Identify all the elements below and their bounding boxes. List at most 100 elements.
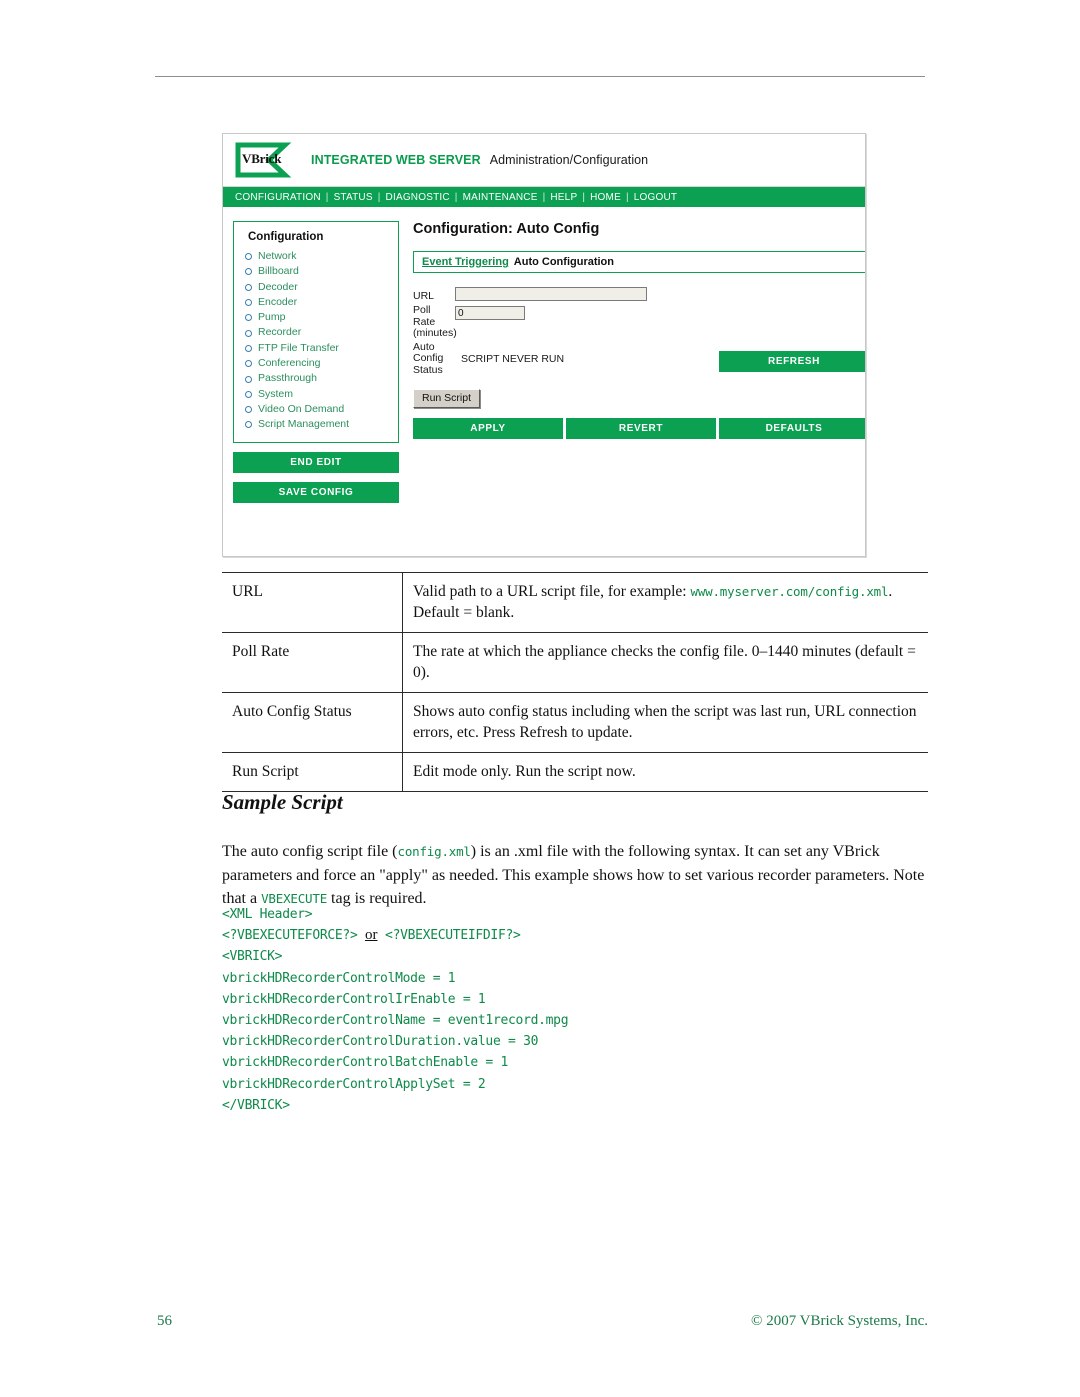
- sidebar-item-label: Recorder: [258, 326, 302, 339]
- bullet-icon: [245, 390, 252, 398]
- sidebar-item-recorder[interactable]: Recorder: [242, 325, 390, 340]
- sidebar-item-script-management[interactable]: Script Management: [242, 417, 390, 432]
- sidebar-item-label: Passthrough: [258, 372, 317, 385]
- main-panel: Configuration: Auto Config Event Trigger…: [401, 221, 865, 503]
- sidebar-item-label: Script Management: [258, 418, 350, 431]
- status-label-line2: Config: [413, 352, 444, 364]
- nav-item-maintenance[interactable]: MAINTENANCE: [459, 192, 542, 203]
- para-text-1: The auto config script file (: [222, 843, 398, 860]
- section-tab-bar: Event Triggering Auto Configuration: [413, 251, 865, 273]
- code-line-xml-header: <XML Header>: [222, 907, 313, 922]
- table-cell-description: Edit mode only. Run the script now.: [402, 752, 928, 792]
- poll-rate-label: Poll Rate (minutes): [413, 304, 457, 340]
- bullet-icon: [245, 421, 252, 429]
- refresh-button[interactable]: REFRESH: [719, 350, 865, 372]
- code-line-batch-enable: vbrickHDRecorderControlBatchEnable = 1: [222, 1055, 509, 1071]
- sample-script-code-block: <XML Header> <?VBEXECUTEFORCE?> or <?VBE…: [222, 904, 928, 1116]
- sidebar-item-label: Video On Demand: [258, 402, 345, 415]
- nav-item-logout[interactable]: LOGOUT: [630, 192, 681, 203]
- apply-button[interactable]: APPLY: [413, 417, 563, 439]
- sidebar-item-decoder[interactable]: Decoder: [242, 280, 390, 295]
- nav-item-diagnostic[interactable]: DIAGNOSTIC: [382, 192, 454, 203]
- sidebar-item-network[interactable]: Network: [242, 249, 390, 264]
- code-line-vbrick-open: <VBRICK>: [222, 949, 283, 965]
- url-input[interactable]: [455, 287, 647, 301]
- section-heading-sample-script: Sample Script: [222, 790, 343, 814]
- tab-auto-configuration[interactable]: Auto Configuration: [514, 256, 614, 268]
- desc-code-file: config.xml: [815, 584, 889, 599]
- poll-rate-form-row: Poll Rate (minutes): [413, 304, 865, 340]
- app-body: Configuration Network Billboard Decoder …: [223, 207, 865, 503]
- table-row: Auto Config Status Shows auto config sta…: [222, 692, 928, 753]
- vbrick-logo-label: VBrick: [242, 151, 282, 166]
- bullet-icon: [245, 375, 252, 383]
- sidebar-item-label: Network: [258, 250, 297, 262]
- table-cell-term: Auto Config Status: [222, 692, 403, 753]
- bullet-icon: [245, 314, 252, 322]
- sidebar-item-system[interactable]: System: [242, 387, 390, 402]
- defaults-button[interactable]: DEFAULTS: [719, 417, 865, 439]
- bullet-icon: [245, 344, 252, 352]
- bullet-icon: [245, 253, 252, 261]
- table-cell-description: The rate at which the appliance checks t…: [402, 632, 928, 693]
- nav-item-configuration[interactable]: CONFIGURATION: [231, 192, 325, 203]
- code-line-control-name: vbrickHDRecorderControlName = event1reco…: [222, 1013, 569, 1029]
- tab-event-triggering[interactable]: Event Triggering: [422, 256, 509, 268]
- code-vbexecuteforce: <?VBEXECUTEFORCE?>: [222, 928, 358, 944]
- poll-rate-input[interactable]: [455, 306, 525, 320]
- sidebar-item-billboard[interactable]: Billboard: [242, 264, 390, 279]
- sample-script-paragraph: The auto config script file (config.xml)…: [222, 840, 928, 911]
- bullet-icon: [245, 299, 252, 307]
- sidebar-item-label: Decoder: [258, 280, 298, 293]
- nav-item-status[interactable]: STATUS: [330, 192, 377, 203]
- table-row: Poll Rate The rate at which the applianc…: [222, 632, 928, 693]
- nav-item-home[interactable]: HOME: [586, 192, 625, 203]
- parameter-reference-table: URL Valid path to a URL script file, for…: [222, 572, 928, 792]
- run-script-button[interactable]: Run Script: [413, 388, 481, 408]
- code-line-control-mode: vbrickHDRecorderControlMode = 1: [222, 970, 456, 986]
- url-label: URL: [413, 290, 435, 302]
- app-header: VBrick INTEGRATED WEB SERVER Administrat…: [223, 134, 865, 187]
- bullet-icon: [245, 329, 252, 337]
- code-line-vbexecute-choice: <?VBEXECUTEFORCE?> or <?VBEXECUTEIFDIF?>: [222, 925, 928, 946]
- sidebar-item-conferencing[interactable]: Conferencing: [242, 356, 390, 371]
- status-label-line1: Auto: [413, 340, 435, 353]
- auto-config-status-label: Auto Config Status: [413, 340, 455, 377]
- sidebar-item-video-on-demand[interactable]: Video On Demand: [242, 402, 390, 417]
- sidebar-box: Configuration Network Billboard Decoder …: [233, 221, 399, 443]
- run-script-row: Run Script: [413, 388, 865, 408]
- top-navigation-bar[interactable]: CONFIGURATION | STATUS | DIAGNOSTIC | MA…: [223, 187, 865, 207]
- code-line-vbrick-close: </VBRICK>: [222, 1097, 290, 1113]
- sidebar-item-label: Encoder: [258, 295, 298, 308]
- nav-item-help[interactable]: HELP: [546, 192, 581, 203]
- sidebar-item-pump[interactable]: Pump: [242, 310, 390, 325]
- table-row: URL Valid path to a URL script file, for…: [222, 572, 928, 633]
- table-cell-term: Run Script: [222, 752, 403, 792]
- end-edit-button[interactable]: END EDIT: [233, 451, 399, 473]
- sidebar-item-label: Conferencing: [258, 357, 321, 370]
- code-line-ir-enable: vbrickHDRecorderControlIrEnable = 1: [222, 991, 486, 1007]
- save-config-button[interactable]: SAVE CONFIG: [233, 481, 399, 503]
- revert-button[interactable]: REVERT: [566, 417, 716, 439]
- sidebar-item-ftp-file-transfer[interactable]: FTP File Transfer: [242, 341, 390, 356]
- sidebar-item-encoder[interactable]: Encoder: [242, 295, 390, 310]
- url-form-row: URL: [413, 287, 865, 302]
- table-cell-term: URL: [222, 572, 403, 633]
- vbrick-logo-icon: VBrick: [235, 142, 293, 178]
- app-title: INTEGRATED WEB SERVER: [311, 153, 481, 167]
- sidebar-item-passthrough[interactable]: Passthrough: [242, 371, 390, 386]
- poll-rate-label-line2: (minutes): [413, 327, 457, 339]
- bullet-icon: [245, 283, 252, 291]
- action-button-row: APPLY REVERT DEFAULTS: [413, 417, 865, 439]
- sidebar-item-label: Billboard: [258, 265, 299, 278]
- page-top-rule: [155, 76, 925, 77]
- integrated-web-server-screenshot: VBrick INTEGRATED WEB SERVER Administrat…: [222, 133, 866, 557]
- bullet-icon: [245, 360, 252, 368]
- desc-text-pre: Valid path to a URL script file, for exa…: [413, 583, 691, 600]
- bullet-icon: [245, 406, 252, 414]
- code-line-duration-value: vbrickHDRecorderControlDuration.value = …: [222, 1034, 539, 1050]
- desc-code-url: www.myserver.com/: [690, 584, 816, 599]
- app-subtitle: Administration/Configuration: [489, 153, 649, 167]
- code-or-word: or: [365, 927, 378, 944]
- para-code-config-xml: config.xml: [397, 844, 471, 859]
